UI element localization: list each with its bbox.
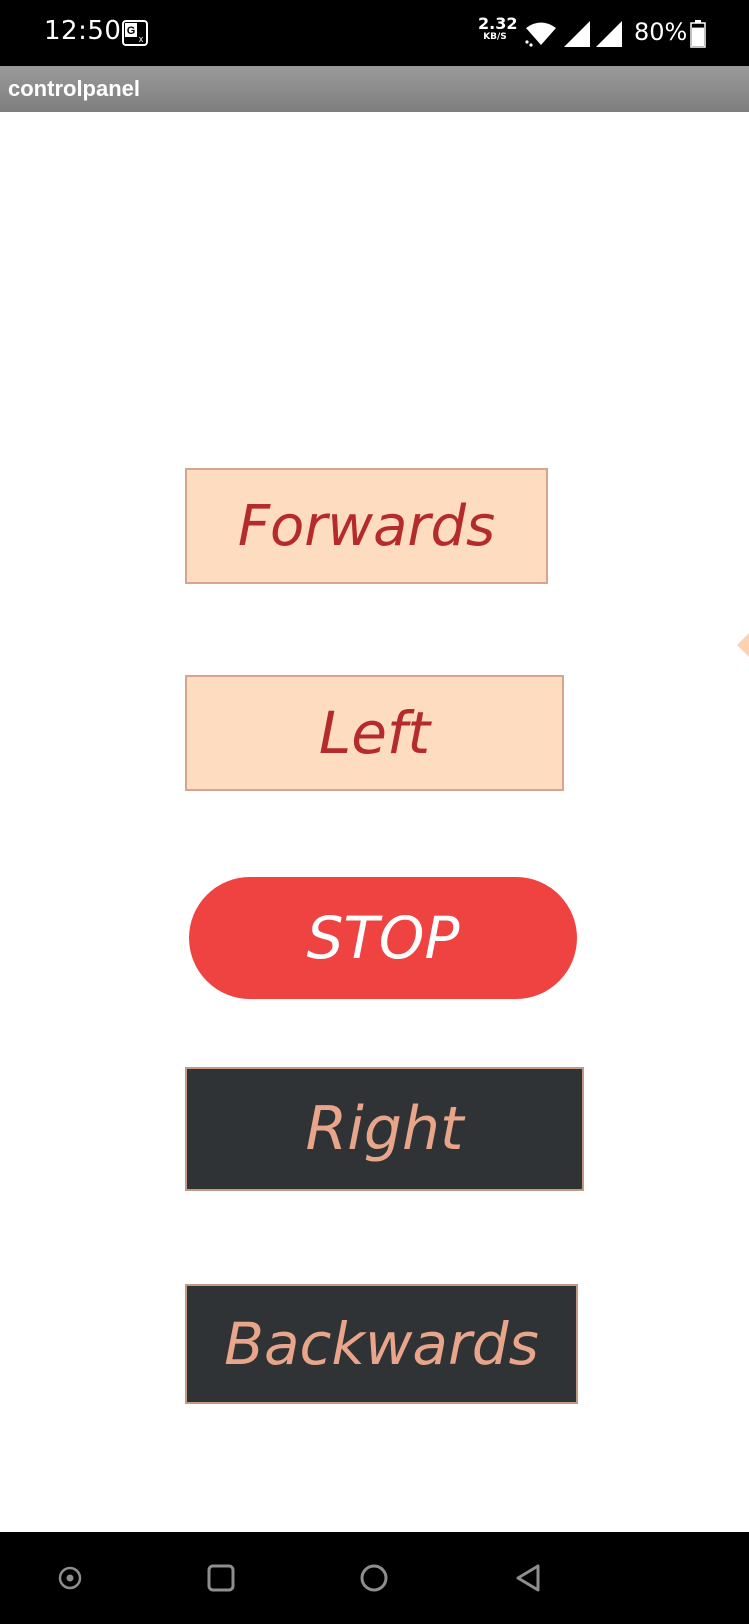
network-speed: 2.32 KB/S [478,14,518,42]
home-circle-icon[interactable] [352,1556,396,1600]
battery-icon [690,20,706,48]
battery-percent: 80% [634,18,688,46]
network-speed-value: 2.32 [478,14,518,33]
stop-button[interactable]: STOP [189,877,577,999]
svg-text:G: G [127,25,136,37]
back-triangle-icon[interactable] [506,1556,550,1600]
recents-square-icon[interactable] [199,1556,243,1600]
right-button[interactable]: Right [185,1067,584,1191]
app-title-bar: controlpanel [0,66,749,112]
forwards-button[interactable]: Forwards [185,468,548,584]
signal-icon [564,21,590,47]
status-bar: 12:50 G x 2.32 KB/S 80% [0,0,749,66]
backwards-button[interactable]: Backwards [185,1284,578,1404]
svg-text:x: x [139,34,144,44]
edge-panel-handle[interactable] [737,633,749,657]
wifi-icon [525,22,556,47]
navigation-bar [0,1532,749,1624]
circle-dot-icon[interactable] [48,1556,92,1600]
status-time: 12:50 [44,16,122,46]
left-button[interactable]: Left [185,675,564,791]
app-title: controlpanel [8,76,141,101]
network-speed-unit: KB/S [483,32,507,42]
translate-icon: G x [122,20,148,46]
signal-icon [596,21,622,47]
